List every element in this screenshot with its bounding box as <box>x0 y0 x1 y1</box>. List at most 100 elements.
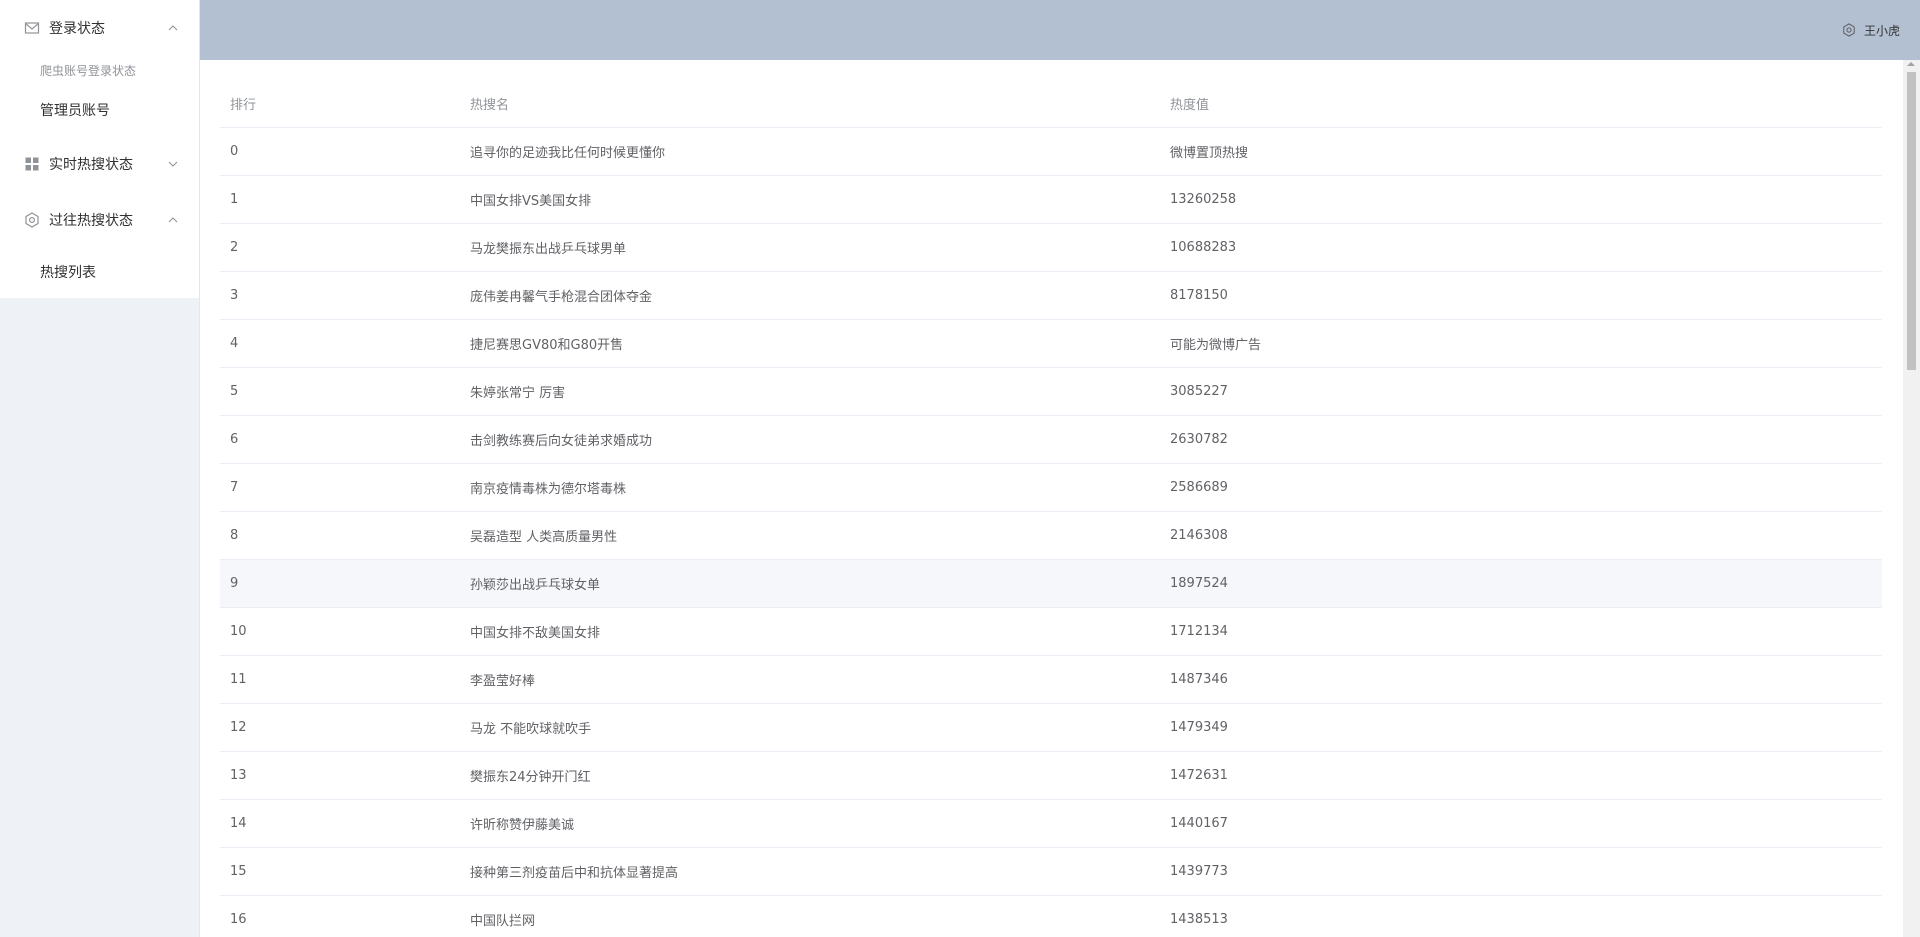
cell-value: 2630782 <box>1160 415 1882 464</box>
cell-value: 2586689 <box>1160 463 1882 512</box>
cell-rank: 10 <box>220 607 460 656</box>
cell-value: 1438513 <box>1160 895 1882 937</box>
cell-name: 朱婷张常宁 厉害 <box>460 367 1160 416</box>
cell-name: 接种第三剂疫苗后中和抗体显著提高 <box>460 847 1160 896</box>
cell-value: 微博置顶热搜 <box>1160 127 1882 176</box>
cell-value: 10688283 <box>1160 223 1882 272</box>
cell-name: 李盈莹好棒 <box>460 655 1160 704</box>
envelope-icon <box>24 20 40 36</box>
main-content: 排行 热搜名 热度值 0 追寻你的足迹我比任何时候更懂你 微博置顶热搜 1 中国女排VS… <box>200 60 1920 937</box>
sidebar-menu: 登录状态 爬虫账号登录状态 管理员账号 实时热搜状态 过往热搜状态 热搜列表 <box>0 0 199 298</box>
menu-item-admin-account[interactable]: 管理员账号 <box>0 86 199 136</box>
table-row[interactable]: 10 中国女排不敌美国女排 1712134 <box>220 607 1882 656</box>
column-header-value[interactable]: 热度值 <box>1160 80 1882 128</box>
table-row[interactable]: 9 孙颖莎出战乒乓球女单 1897524 <box>220 559 1882 608</box>
submenu-realtime-hot-search[interactable]: 实时热搜状态 <box>0 136 199 192</box>
cell-value: 1439773 <box>1160 847 1882 896</box>
cell-name: 许昕称赞伊藤美诚 <box>460 799 1160 848</box>
cell-rank: 13 <box>220 751 460 800</box>
cell-name: 孙颖莎出战乒乓球女单 <box>460 559 1160 608</box>
user-name[interactable]: 王小虎 <box>1864 22 1900 39</box>
submenu-label: 实时热搜状态 <box>49 157 133 173</box>
top-header: 王小虎 <box>200 0 1920 60</box>
cell-name: 樊振东24分钟开门红 <box>460 751 1160 800</box>
menu-item-hot-search-list[interactable]: 热搜列表 <box>0 248 199 298</box>
table-header-row: 排行 热搜名 热度值 <box>220 80 1882 128</box>
cell-name: 追寻你的足迹我比任何时候更懂你 <box>460 127 1160 176</box>
cell-value: 1897524 <box>1160 559 1882 608</box>
table-row[interactable]: 11 李盈莹好棒 1487346 <box>220 655 1882 704</box>
cell-value: 2146308 <box>1160 511 1882 560</box>
table-row[interactable]: 16 中国队拦网 1438513 <box>220 895 1882 937</box>
table-body: 0 追寻你的足迹我比任何时候更懂你 微博置顶热搜 1 中国女排VS美国女排 1326025… <box>220 127 1882 937</box>
app-root: 登录状态 爬虫账号登录状态 管理员账号 实时热搜状态 过往热搜状态 热搜列表 王… <box>0 0 1920 937</box>
vertical-scrollbar[interactable] <box>1903 60 1920 937</box>
settings-gear-icon[interactable] <box>1842 23 1856 37</box>
scroll-up-arrow-icon[interactable] <box>1907 62 1915 66</box>
table-row[interactable]: 3 庞伟姜冉馨气手枪混合团体夺金 8178150 <box>220 271 1882 320</box>
table-row[interactable]: 6 击剑教练赛后向女徒弟求婚成功 2630782 <box>220 415 1882 464</box>
submenu-label: 过往热搜状态 <box>49 213 133 229</box>
cell-value: 1487346 <box>1160 655 1882 704</box>
cell-rank: 12 <box>220 703 460 752</box>
column-header-rank[interactable]: 排行 <box>220 80 460 128</box>
menu-group-title: 爬虫账号登录状态 <box>40 64 137 78</box>
cell-name: 中国女排VS美国女排 <box>460 175 1160 224</box>
cell-rank: 15 <box>220 847 460 896</box>
table-row[interactable]: 12 马龙 不能吹球就吹手 1479349 <box>220 703 1882 752</box>
hot-search-table: 排行 热搜名 热度值 0 追寻你的足迹我比任何时候更懂你 微博置顶热搜 1 中国女排VS… <box>220 80 1882 937</box>
cell-value: 1712134 <box>1160 607 1882 656</box>
cell-name: 击剑教练赛后向女徒弟求婚成功 <box>460 415 1160 464</box>
submenu-past-hot-search[interactable]: 过往热搜状态 <box>0 192 199 248</box>
chevron-up-icon <box>167 22 179 34</box>
cell-rank: 2 <box>220 223 460 272</box>
cell-name: 中国女排不敌美国女排 <box>460 607 1160 656</box>
cell-name: 吴磊造型 人类高质量男性 <box>460 511 1160 560</box>
table-row[interactable]: 7 南京疫情毒株为德尔塔毒株 2586689 <box>220 463 1882 512</box>
cell-value: 1472631 <box>1160 751 1882 800</box>
table-row[interactable]: 8 吴磊造型 人类高质量男性 2146308 <box>220 511 1882 560</box>
cell-rank: 1 <box>220 175 460 224</box>
grid-icon <box>24 156 40 172</box>
cell-rank: 16 <box>220 895 460 937</box>
cell-name: 南京疫情毒株为德尔塔毒株 <box>460 463 1160 512</box>
header-user-area: 王小虎 <box>1842 0 1900 60</box>
cell-rank: 3 <box>220 271 460 320</box>
sidebar: 登录状态 爬虫账号登录状态 管理员账号 实时热搜状态 过往热搜状态 热搜列表 <box>0 0 200 937</box>
submenu-label: 登录状态 <box>49 21 105 37</box>
cell-name: 中国队拦网 <box>460 895 1160 937</box>
cell-value: 可能为微博广告 <box>1160 319 1882 368</box>
table-row[interactable]: 14 许昕称赞伊藤美诚 1440167 <box>220 799 1882 848</box>
cell-value: 8178150 <box>1160 271 1882 320</box>
table-row[interactable]: 5 朱婷张常宁 厉害 3085227 <box>220 367 1882 416</box>
scroll-thumb[interactable] <box>1907 72 1916 370</box>
cell-rank: 7 <box>220 463 460 512</box>
cell-rank: 8 <box>220 511 460 560</box>
column-header-name[interactable]: 热搜名 <box>460 80 1160 128</box>
cell-rank: 6 <box>220 415 460 464</box>
cell-name: 马龙 不能吹球就吹手 <box>460 703 1160 752</box>
table-row[interactable]: 2 马龙樊振东出战乒乓球男单 10688283 <box>220 223 1882 272</box>
submenu-login-status[interactable]: 登录状态 <box>0 0 199 56</box>
cell-value: 1479349 <box>1160 703 1882 752</box>
cell-value: 13260258 <box>1160 175 1882 224</box>
cell-rank: 11 <box>220 655 460 704</box>
cell-rank: 5 <box>220 367 460 416</box>
cell-rank: 9 <box>220 559 460 608</box>
cell-rank: 14 <box>220 799 460 848</box>
cell-rank: 4 <box>220 319 460 368</box>
cell-value: 1440167 <box>1160 799 1882 848</box>
chevron-down-icon <box>167 158 179 170</box>
table-row[interactable]: 4 捷尼赛思GV80和G80开售 可能为微博广告 <box>220 319 1882 368</box>
cell-rank: 0 <box>220 127 460 176</box>
chevron-up-icon <box>167 214 179 226</box>
table-row[interactable]: 1 中国女排VS美国女排 13260258 <box>220 175 1882 224</box>
gear-icon <box>24 212 40 228</box>
table-row[interactable]: 13 樊振东24分钟开门红 1472631 <box>220 751 1882 800</box>
cell-name: 捷尼赛思GV80和G80开售 <box>460 319 1160 368</box>
cell-name: 庞伟姜冉馨气手枪混合团体夺金 <box>460 271 1160 320</box>
table-row[interactable]: 15 接种第三剂疫苗后中和抗体显著提高 1439773 <box>220 847 1882 896</box>
cell-value: 3085227 <box>1160 367 1882 416</box>
table-row[interactable]: 0 追寻你的足迹我比任何时候更懂你 微博置顶热搜 <box>220 127 1882 176</box>
cell-name: 马龙樊振东出战乒乓球男单 <box>460 223 1160 272</box>
